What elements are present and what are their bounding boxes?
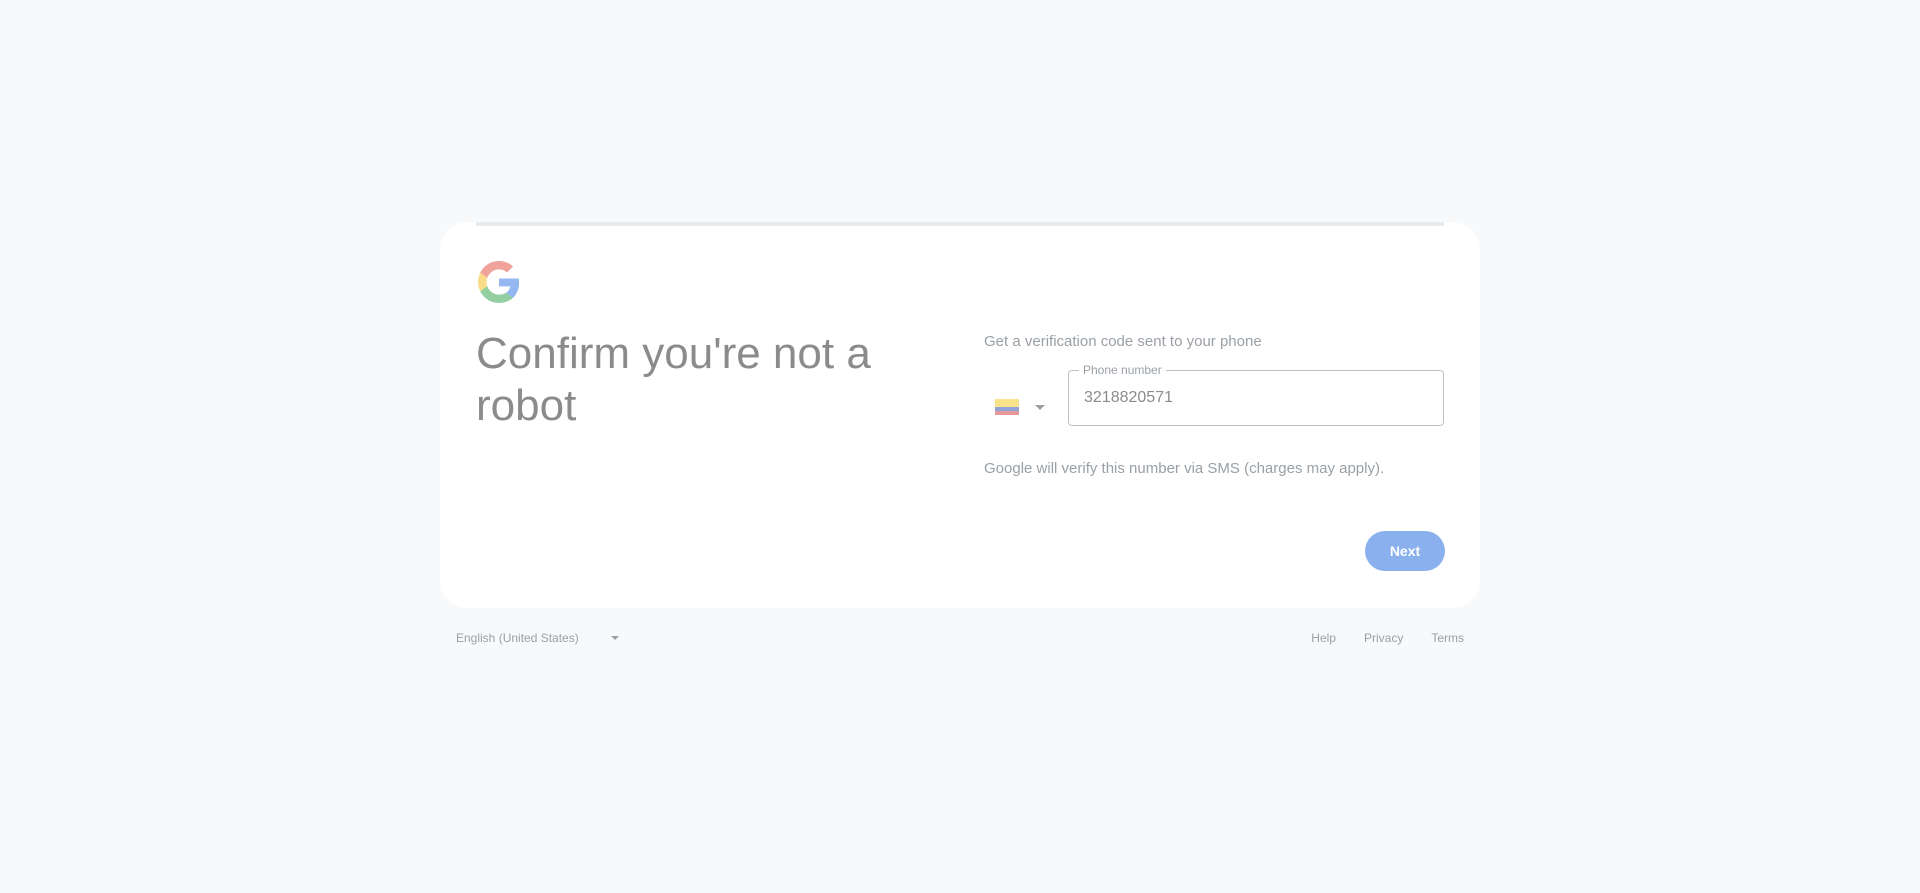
next-button[interactable]: Next	[1365, 531, 1445, 571]
flag-band-red	[995, 411, 1019, 415]
language-label: English (United States)	[456, 631, 579, 645]
help-link[interactable]: Help	[1311, 631, 1336, 645]
privacy-link[interactable]: Privacy	[1364, 631, 1403, 645]
phone-number-field[interactable]: Phone number	[1068, 363, 1444, 426]
chevron-down-icon	[610, 636, 619, 640]
progress-bar	[476, 222, 1444, 226]
google-logo-icon	[478, 261, 520, 303]
page-title: Confirm you're not a robot	[476, 329, 871, 430]
footer-links: Help Privacy Terms	[1283, 631, 1464, 645]
flag-band-yellow	[995, 399, 1019, 407]
verification-prompt: Get a verification code sent to your pho…	[984, 333, 1262, 350]
language-select[interactable]: English (United States)	[456, 631, 619, 645]
country-code-select[interactable]	[995, 387, 1055, 427]
terms-link[interactable]: Terms	[1431, 631, 1464, 645]
chevron-down-icon	[1035, 404, 1045, 410]
sms-notice: Google will verify this number via SMS (…	[984, 460, 1385, 477]
colombia-flag-icon	[995, 399, 1019, 415]
sign-in-card: Confirm you're not a robot Get a verific…	[440, 222, 1480, 608]
phone-number-input[interactable]	[1084, 371, 1424, 425]
footer: English (United States) Help Privacy Ter…	[440, 620, 1480, 656]
